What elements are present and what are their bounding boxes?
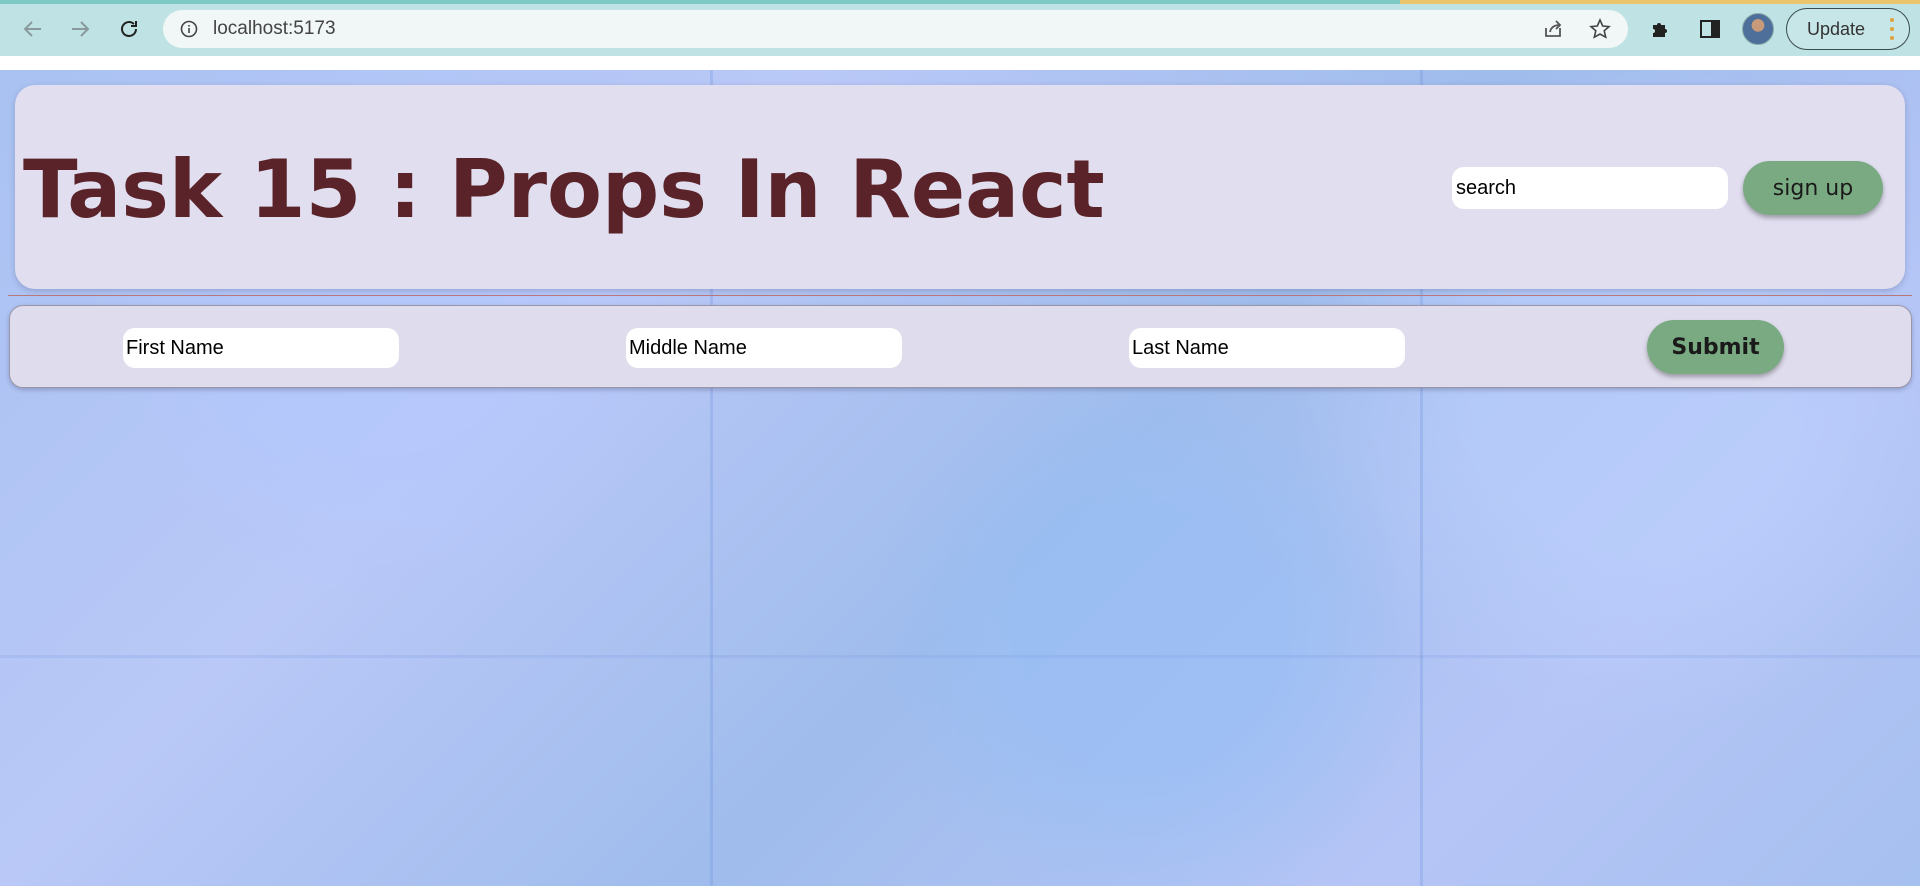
tab-strip-edge-accent [1400,0,1920,4]
browser-toolbar: localhost:5173 Update [0,0,1920,56]
page-title: Task 15 : Props In React [23,143,1105,236]
reload-icon [121,21,137,37]
kebab-menu-icon[interactable] [1889,18,1895,40]
page-top-strip [0,56,1920,70]
last-name-input[interactable] [1129,328,1405,368]
middle-name-input[interactable] [626,328,902,368]
tab-strip-edge [0,0,1400,4]
header-card: Task 15 : Props In React sign up [15,85,1905,289]
info-icon[interactable] [179,19,199,39]
url-text[interactable]: localhost:5173 [213,19,336,39]
reload-button[interactable] [112,12,146,46]
back-button[interactable] [16,12,50,46]
avatar[interactable] [1742,13,1774,45]
share-icon[interactable] [1541,17,1565,41]
page-background: Task 15 : Props In React sign up Submit [0,70,1920,886]
search-input[interactable] [1452,167,1728,209]
address-bar[interactable]: localhost:5173 [163,10,1628,48]
header-divider [8,295,1912,296]
update-button[interactable]: Update [1786,8,1910,50]
name-form: Submit [9,305,1912,388]
arrow-right-icon [72,21,90,37]
star-icon[interactable] [1588,17,1612,41]
first-name-input[interactable] [123,328,399,368]
puzzle-icon[interactable] [1647,15,1675,43]
update-label: Update [1807,18,1866,39]
arrow-left-icon [23,21,41,37]
side-panel-icon[interactable] [1696,15,1724,43]
submit-button[interactable]: Submit [1647,320,1784,374]
sign-up-button[interactable]: sign up [1743,161,1883,215]
forward-button[interactable] [63,12,97,46]
bg-tile-seam [0,655,1920,658]
